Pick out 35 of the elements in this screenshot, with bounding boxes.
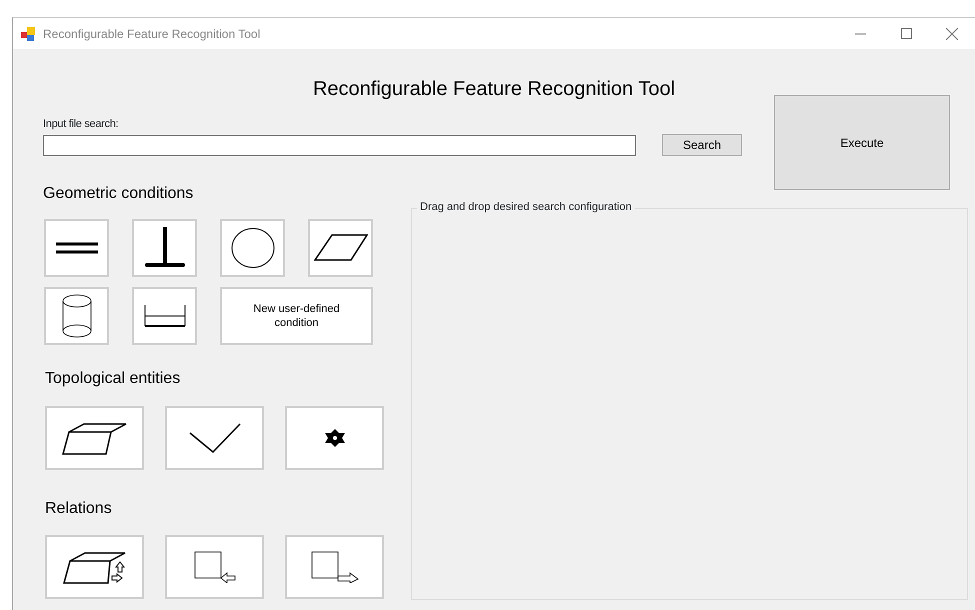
group-label: Drag and drop desired search configuration (417, 201, 635, 214)
tool-button[interactable] (45, 406, 144, 470)
maximize-icon[interactable] (900, 28, 912, 39)
tool-button[interactable] (165, 535, 264, 599)
close-icon[interactable] (946, 28, 958, 40)
tool-button[interactable] (220, 219, 285, 277)
cylinder-icon (60, 294, 92, 338)
tool-button[interactable] (45, 535, 144, 599)
tool-button[interactable] (285, 406, 384, 470)
app-icon (21, 26, 35, 40)
tool-button[interactable] (44, 219, 109, 277)
tool-button[interactable] (308, 219, 373, 277)
app-heading: Reconfigurable Feature Recognition Tool (312, 77, 676, 101)
tool-button[interactable] (132, 287, 197, 345)
square-arrow-icon (194, 551, 236, 583)
search-button[interactable]: Search (662, 134, 742, 156)
section-heading: Geometric conditions (43, 184, 194, 204)
square-arrow-icon (310, 551, 358, 583)
input-field[interactable] (43, 134, 636, 156)
parallel-icon (54, 240, 98, 256)
parallelogram-icon (314, 234, 368, 262)
field-label: Input file search: (43, 118, 120, 131)
circle-icon (230, 227, 276, 269)
condition-button[interactable]: New user-defined condition (220, 287, 373, 345)
perpendicular-icon (144, 227, 184, 269)
edge-icon (188, 423, 240, 453)
window-title: Reconfigurable Feature Recognition Tool (43, 26, 260, 42)
section-heading: Relations (44, 499, 113, 519)
distance-icon (144, 304, 186, 328)
tool-button[interactable] (285, 535, 384, 599)
star-icon (324, 429, 344, 447)
tool-button[interactable] (132, 219, 197, 277)
section-heading: Topological entities (44, 369, 182, 389)
execute-button[interactable]: Execute (774, 95, 950, 190)
tool-button[interactable] (44, 287, 109, 345)
